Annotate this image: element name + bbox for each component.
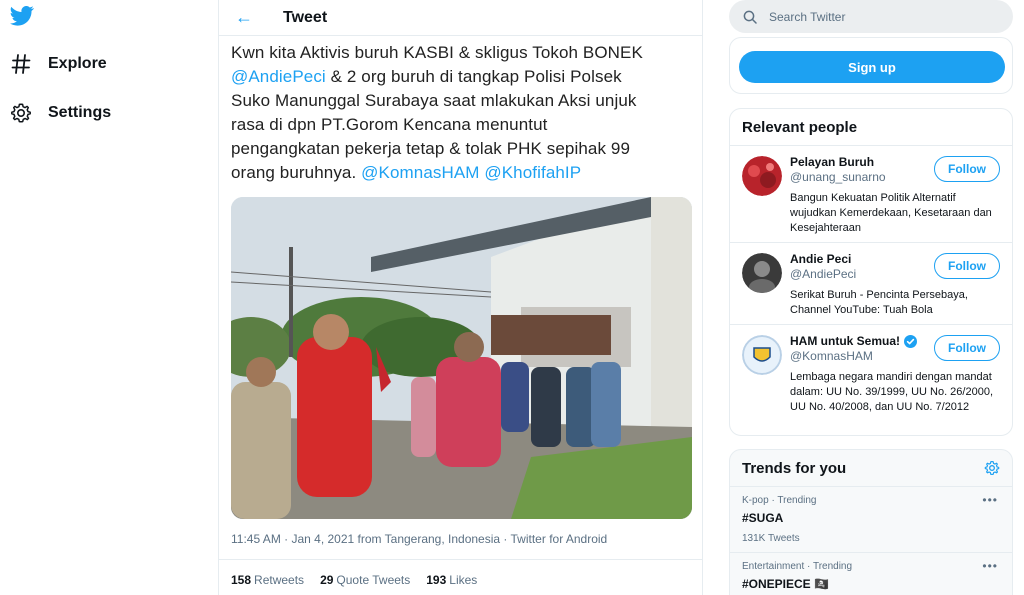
left-navigation: Explore Settings — [0, 0, 218, 595]
tweet-stats: 158 Retweets 29 Quote Tweets 193 Likes — [219, 560, 702, 595]
quotes-count: 29 — [320, 573, 334, 587]
tweet-text: Kwn kita Aktivis buruh KASBI & skligus T… — [219, 36, 702, 185]
relevant-people-title: Relevant people — [730, 109, 1012, 146]
avatar — [742, 335, 782, 375]
trend-category: K-pop · Trending — [742, 495, 817, 506]
tweet-photo[interactable] — [231, 197, 692, 519]
person-item[interactable]: HAM untuk Semua! @KomnasHAM Lembaga nega… — [730, 325, 1012, 435]
trend-item[interactable]: K-pop · Trending #SUGA 131K Tweets ••• — [730, 487, 1012, 553]
person-name: Andie Peci — [790, 252, 852, 266]
search-icon — [743, 10, 757, 24]
likes-label: Likes — [449, 573, 478, 587]
tweet-text-line: Kwn kita Aktivis buruh KASBI & skligus T… — [231, 43, 643, 62]
quote-tweets-link[interactable]: 29 Quote Tweets — [320, 573, 410, 587]
person-name: HAM untuk Semua! — [790, 334, 918, 348]
person-bio: Lembaga negara mandiri dengan mandat dal… — [790, 371, 994, 413]
protest-scene-image — [231, 197, 692, 519]
trend-category: Entertainment · Trending — [742, 561, 853, 572]
gear-icon[interactable] — [984, 460, 1000, 476]
nav-item-label: Settings — [48, 104, 112, 121]
avatar — [742, 253, 782, 293]
nav-item-explore[interactable]: Explore — [10, 53, 107, 75]
person-handle: @AndiePeci — [790, 267, 857, 281]
trend-name: #SUGA — [742, 511, 784, 525]
person-item[interactable]: Pelayan Buruh @unang_sunarno Bangun Keku… — [730, 146, 1012, 243]
tweet-text-line: rasa di dpn PT.Gorom Kencana menuntut — [231, 115, 548, 134]
likes-count: 193 — [426, 573, 447, 587]
verified-badge-icon — [904, 334, 918, 348]
more-options-icon[interactable]: ••• — [982, 559, 998, 573]
page-title: Tweet — [283, 8, 328, 26]
tweet-meta: 11:45 AM · Jan 4, 2021 from Tangerang, I… — [219, 519, 702, 560]
tweet-text-line: & 2 org buruh di tangkap Polisi Polsek — [330, 67, 622, 86]
gear-icon — [11, 103, 31, 123]
retweets-label: Retweets — [254, 573, 305, 587]
tweet-text-line: Suko Manunggal Surabaya saat mlakukan Ak… — [231, 91, 637, 110]
person-handle: @unang_sunarno — [790, 170, 886, 184]
trends-header: Trends for you — [730, 450, 1012, 487]
nav-item-settings[interactable]: Settings — [10, 102, 111, 124]
mention-link[interactable]: @AndiePeci — [231, 67, 326, 86]
relevant-people-card: Relevant people Pelayan Buruh @unang_sun… — [729, 108, 1013, 436]
back-arrow-icon[interactable]: ← — [235, 7, 255, 28]
quotes-label: Quote Tweets — [336, 573, 411, 587]
twitter-bird-icon[interactable] — [10, 6, 34, 26]
signup-card: Sign up — [729, 37, 1013, 94]
search-box[interactable] — [729, 0, 1013, 33]
more-options-icon[interactable]: ••• — [982, 493, 998, 507]
tweet-text-line: orang buruhnya. — [231, 163, 357, 182]
signup-button[interactable]: Sign up — [739, 51, 1005, 83]
mention-link[interactable]: @KomnasHAM — [361, 163, 479, 182]
mention-link[interactable]: @KhofifahIP — [484, 163, 581, 182]
follow-button[interactable]: Follow — [934, 253, 1000, 279]
trend-count: 131K Tweets — [742, 533, 800, 544]
follow-button[interactable]: Follow — [934, 335, 1000, 361]
trends-card: Trends for you K-pop · Trending #SUGA 13… — [729, 449, 1013, 595]
person-bio: Serikat Buruh - Pencinta Persebaya, Chan… — [790, 289, 968, 316]
tweet-column: ← Tweet Kwn kita Aktivis buruh KASBI & s… — [218, 0, 703, 595]
person-name: Pelayan Buruh — [790, 155, 875, 169]
tweet-text-line: pengangkatan pekerja tetap & tolak PHK s… — [231, 139, 631, 158]
retweets-count: 158 — [231, 573, 252, 587]
person-item[interactable]: Andie Peci @AndiePeci Serikat Buruh - Pe… — [730, 243, 1012, 325]
search-input[interactable] — [769, 9, 989, 24]
retweets-link[interactable]: 158 Retweets — [231, 573, 304, 587]
person-handle: @KomnasHAM — [790, 349, 873, 363]
tweet-header: ← Tweet — [219, 0, 702, 36]
trends-title: Trends for you — [742, 459, 847, 477]
nav-item-label: Explore — [48, 55, 107, 72]
person-bio: Bangun Kekuatan Politik Alternatif wujud… — [790, 192, 992, 234]
trend-item[interactable]: Entertainment · Trending #ONEPIECE 🏴‍☠️ … — [730, 553, 1012, 595]
likes-link[interactable]: 193 Likes — [426, 573, 477, 587]
follow-button[interactable]: Follow — [934, 156, 1000, 182]
hashtag-icon — [11, 54, 31, 74]
avatar — [742, 156, 782, 196]
trend-name: #ONEPIECE 🏴‍☠️ — [742, 577, 829, 591]
